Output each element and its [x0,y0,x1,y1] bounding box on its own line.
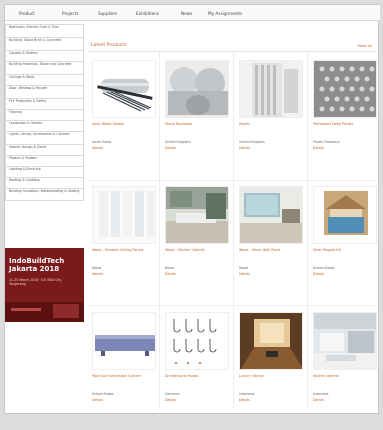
product-details-link[interactable]: Details [313,146,377,150]
ad-graphic [5,302,84,322]
product-name[interactable]: Stone Rockwool [165,122,229,126]
sidebar-item-interior-design[interactable]: Interior Design & Decor [5,144,84,155]
product-image[interactable] [313,60,377,118]
product-card[interactable]: Wood - Kitchen Cabinet Nepal Details [165,186,229,304]
product-name[interactable]: Panels [239,122,303,126]
nav-suppliers[interactable]: Suppliers [98,11,117,16]
product-card[interactable]: Luxury Interior Indonesia Details [239,312,303,430]
column-divider [233,52,234,410]
product-image[interactable] [92,60,156,118]
column-divider [307,52,308,410]
product-details-link[interactable]: Details [92,272,156,276]
product-card[interactable]: Architectural Hooks Germany Details [165,312,229,430]
nav-exhibitions[interactable]: Exhibitions [136,11,159,16]
product-image[interactable] [165,312,229,370]
product-card[interactable]: Stone Rockwool United Kingdom Details [165,60,229,178]
product-name[interactable]: Wood - Decor Wall Panel [239,248,303,252]
product-name[interactable]: Solar Water Heater [92,122,156,126]
product-details-link[interactable]: Details [165,146,229,150]
product-image[interactable] [239,312,303,370]
product-location: South Korea [92,140,112,144]
top-navigation: Product Projects Suppliers Exhibitions N… [5,5,380,21]
product-name[interactable]: Architectural Hooks [165,374,229,378]
product-details-link[interactable]: Details [239,146,303,150]
product-image[interactable] [313,186,377,244]
product-image[interactable] [92,312,156,370]
product-details-link[interactable]: Details [92,398,156,402]
product-details-link[interactable]: Details [239,272,303,276]
product-card[interactable]: Perforated Metal Panels Pacific Gateways… [313,60,377,178]
sidebar-item-fire-protection[interactable]: Fire Protection & Safety [5,98,84,109]
product-details-link[interactable]: Details [165,272,229,276]
product-details-link[interactable]: Details [313,398,377,402]
product-image[interactable] [239,60,303,118]
product-image[interactable] [92,186,156,244]
sidebar-item-bathroom[interactable]: Bathroom, Kitchen Care & Tiles [5,24,84,37]
product-name[interactable]: Luxury Interior [239,374,303,378]
indobuildtech-ad-banner[interactable]: IndoBuildTech Jakarta 2018 21-25 March 2… [5,248,84,322]
sidebar-item-lighting-electrical[interactable]: Lighting & Electrical [5,166,84,177]
product-details-link[interactable]: Details [165,398,229,402]
sidebar-item-building-materials[interactable]: Building Materials, Stone and Concrete [5,61,84,74]
product-card[interactable]: Wood - Decor Wall Panel Nepal Details [239,186,303,304]
product-location: United Kingdom [165,140,191,144]
product-location: Germany [165,392,180,396]
product-card[interactable]: Solar Water Heater South Korea Details [92,60,156,178]
product-location: United States [313,266,335,270]
sidebar-item-roofing[interactable]: Roofing & Cladding [5,177,84,188]
sidebar-item-building-stone[interactable]: Building, Stone Brick & Concrete [5,37,84,50]
product-name[interactable]: Wood - Pendant Ceiling Panels [92,248,156,252]
nav-my-assignments[interactable]: My Assignments [208,11,242,16]
product-image[interactable] [165,60,229,118]
product-card[interactable]: Steel Pergola Kit United States Details [313,186,377,304]
sidebar-item-carpets[interactable]: Carpets & Textiles [5,50,84,61]
latest-products-header: Latest Products View all [88,40,375,52]
sidebar-item-lights[interactable]: Lights, Lamps, Accessories & Controls [5,131,84,144]
product-name[interactable]: Kitchen Interior [313,374,377,378]
product-card[interactable]: Panels United Kingdom Details [239,60,303,178]
section-title: Latest Products [91,43,127,48]
sidebar-item-plastics[interactable]: Plastics & Rubber [5,155,84,166]
sidebar-item-flooring[interactable]: Flooring [5,109,84,120]
product-image[interactable] [239,186,303,244]
product-card[interactable]: Wood - Pendant Ceiling Panels Nepal Deta… [92,186,156,304]
product-card[interactable]: Pipe Duct Ventilation System United Stat… [92,312,156,430]
sidebar-item-insulation[interactable]: Building Insulation, Waterproofing & Sea… [5,188,84,201]
sidebar-item-door-window[interactable]: Door, Window & Facade [5,85,84,98]
product-name[interactable]: Pipe Duct Ventilation System [92,374,156,378]
product-location: Indonesia [313,392,329,396]
product-image[interactable] [313,312,377,370]
ad-title: IndoBuildTech Jakarta 2018 [9,257,65,273]
product-image[interactable] [165,186,229,244]
product-location: United Kingdom [239,140,265,144]
nav-products[interactable]: Product [19,11,35,16]
product-details-link[interactable]: Details [313,272,377,276]
product-location: Nepal [165,266,175,270]
row-divider [88,180,375,181]
nav-news[interactable]: News [181,11,192,16]
product-location: Pacific Gateways [313,140,340,144]
product-location: United States [92,392,114,396]
column-divider [159,52,160,410]
product-name[interactable]: Perforated Metal Panels [313,122,377,126]
product-location: Indonesia [239,392,255,396]
product-card[interactable]: Kitchen Interior Indonesia Details [313,312,377,430]
product-name[interactable]: Wood - Kitchen Cabinet [165,248,229,252]
view-all-link[interactable]: View all [357,43,372,48]
product-name[interactable]: Steel Pergola Kit [313,248,377,252]
sidebar-item-landscape[interactable]: Landscape & Garden [5,120,84,131]
product-details-link[interactable]: Details [239,398,303,402]
nav-projects[interactable]: Projects [62,11,79,16]
product-location: Nepal [239,266,249,270]
product-details-link[interactable]: Details [92,146,156,150]
product-location: Nepal [92,266,102,270]
ad-subtitle: 21-25 March 2018 · ICE BSD City, Tangera… [9,278,63,287]
sidebar-item-ceilings[interactable]: Ceilings & Walls [5,74,84,85]
row-divider [88,305,375,306]
